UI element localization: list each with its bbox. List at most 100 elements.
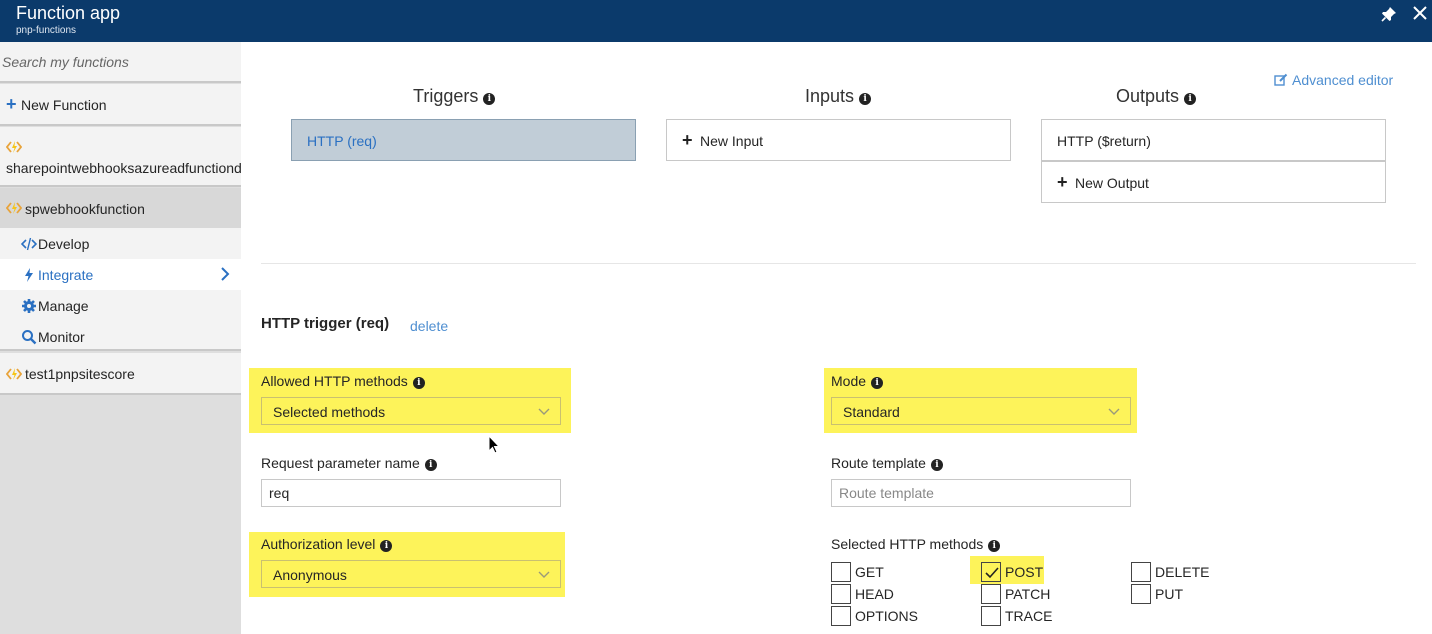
function-name: spwebhookfunction <box>25 201 145 217</box>
auth-level-label: Authorization level i <box>261 536 393 552</box>
sidebar-function-item[interactable]: test1pnpsitescore <box>0 353 241 395</box>
sidebar-item-manage[interactable]: Manage <box>0 290 241 321</box>
route-template-input[interactable] <box>831 479 1131 507</box>
triggers-title-text: Triggers <box>413 86 479 106</box>
chevron-down-icon <box>538 571 550 578</box>
info-icon[interactable]: i <box>483 93 496 105</box>
function-icon <box>6 202 22 214</box>
method-checkbox-head[interactable] <box>831 584 851 604</box>
advanced-editor-link[interactable]: Advanced editor <box>1274 72 1393 88</box>
allowed-methods-select[interactable]: Selected methods <box>261 397 561 425</box>
info-icon[interactable]: i <box>1184 93 1197 105</box>
advanced-editor-label: Advanced editor <box>1292 72 1394 88</box>
sidebar-item-develop[interactable]: Develop <box>0 228 241 259</box>
method-label-delete: DELETE <box>1155 564 1210 580</box>
method-checkbox-put[interactable] <box>1131 584 1151 604</box>
method-label-options: OPTIONS <box>855 608 919 624</box>
lightning-icon <box>25 268 33 282</box>
checkmark-icon <box>985 567 999 579</box>
mode-label-text: Mode <box>831 373 867 389</box>
method-label-post: POST <box>1005 564 1044 580</box>
info-icon[interactable]: i <box>930 459 943 471</box>
auth-level-label-text: Authorization level <box>261 536 376 552</box>
function-icon <box>6 141 22 153</box>
selected-methods-label: Selected HTTP methods i <box>831 536 1001 552</box>
search-icon <box>22 330 37 345</box>
plus-icon: + <box>682 130 693 150</box>
method-checkbox-patch[interactable] <box>981 584 1001 604</box>
integrate-panel: Advanced editor Triggers i HTTP (req) Inp… <box>241 42 1432 634</box>
method-label-get: GET <box>855 564 884 580</box>
trigger-item[interactable]: HTTP (req) <box>291 119 636 161</box>
output-item-label: HTTP ($return) <box>1057 133 1151 149</box>
sidebar-function-item[interactable]: spwebhookfunction <box>0 188 241 228</box>
route-template-label-text: Route template <box>831 455 926 471</box>
output-item[interactable]: HTTP ($return) <box>1041 119 1386 161</box>
method-label-put: PUT <box>1155 586 1183 602</box>
chevron-down-icon <box>1108 408 1120 415</box>
outputs-title: Outputs i <box>1116 86 1197 107</box>
method-label-trace: TRACE <box>1005 608 1053 624</box>
request-param-input[interactable] <box>261 479 561 507</box>
section-title: HTTP trigger (req) <box>261 315 390 332</box>
sidebar-item-label: Monitor <box>38 329 85 345</box>
chevron-down-icon <box>538 408 550 415</box>
sidebar-item-label: Integrate <box>38 267 94 283</box>
search-box <box>0 42 241 83</box>
inputs-title-text: Inputs <box>805 86 855 106</box>
edit-icon <box>1274 73 1288 86</box>
mouse-cursor-icon <box>488 435 500 454</box>
mode-value: Standard <box>843 404 900 420</box>
sidebar-item-label: Develop <box>38 236 90 252</box>
info-icon[interactable]: i <box>380 540 393 552</box>
allowed-methods-value: Selected methods <box>273 404 386 420</box>
chevron-right-icon <box>221 267 230 281</box>
new-function-button[interactable]: + New Function <box>0 84 241 126</box>
mode-label: Mode i <box>831 373 884 389</box>
auth-level-select[interactable]: Anonymous <box>261 560 561 588</box>
allowed-methods-label: Allowed HTTP methods i <box>261 373 425 389</box>
allowed-methods-label-text: Allowed HTTP methods <box>261 373 408 389</box>
section-divider <box>261 263 1416 264</box>
new-input-button[interactable]: + New Input <box>666 119 1011 161</box>
method-checkbox-delete[interactable] <box>1131 562 1151 582</box>
new-output-label: New Output <box>1075 175 1149 191</box>
sidebar: + New Function sharepointwebhooksazuread… <box>0 42 241 634</box>
auth-level-value: Anonymous <box>273 567 347 583</box>
info-icon[interactable]: i <box>871 377 884 389</box>
method-checkbox-post[interactable] <box>981 562 1001 582</box>
method-label-patch: PATCH <box>1005 586 1051 602</box>
method-label-head: HEAD <box>855 586 894 602</box>
route-template-label: Route template i <box>831 455 943 471</box>
outputs-title-text: Outputs <box>1116 86 1180 106</box>
sidebar-item-label: Manage <box>38 298 89 314</box>
trigger-item-label: HTTP (req) <box>307 133 377 149</box>
info-icon[interactable]: i <box>412 377 425 389</box>
sidebar-item-monitor[interactable]: Monitor <box>0 321 241 351</box>
function-name: test1pnpsitescore <box>25 366 135 382</box>
request-param-label: Request parameter name i <box>261 455 437 471</box>
new-input-label: New Input <box>700 133 764 149</box>
delete-link[interactable]: delete <box>410 318 448 334</box>
function-icon <box>6 368 22 380</box>
info-icon[interactable]: i <box>424 459 437 471</box>
info-icon[interactable]: i <box>859 93 872 105</box>
search-input[interactable] <box>2 50 238 74</box>
blade-subtitle: pnp-functions <box>16 25 77 36</box>
method-checkbox-get[interactable] <box>831 562 851 582</box>
method-checkbox-trace[interactable] <box>981 606 1001 626</box>
sidebar-item-integrate[interactable]: Integrate <box>0 259 241 290</box>
new-function-label: New Function <box>21 97 107 113</box>
blade-title: Function app <box>16 3 121 23</box>
blade-header: Function app pnp-functions <box>0 0 1432 42</box>
gear-icon <box>22 299 36 313</box>
method-checkbox-options[interactable] <box>831 606 851 626</box>
close-icon[interactable] <box>1411 4 1429 22</box>
plus-icon: + <box>1057 172 1068 192</box>
mode-select[interactable]: Standard <box>831 397 1131 425</box>
sidebar-function-item[interactable]: sharepointwebhooksazureadfunctiond <box>0 127 241 187</box>
info-icon[interactable]: i <box>988 540 1001 552</box>
plus-icon: + <box>6 94 17 114</box>
pin-icon[interactable] <box>1380 5 1398 23</box>
new-output-button[interactable]: + New Output <box>1041 161 1386 203</box>
